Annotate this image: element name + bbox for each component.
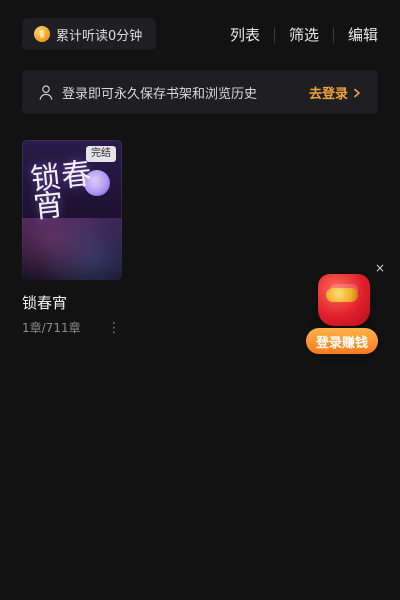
go-login-link[interactable]: 去登录 [309, 83, 362, 102]
login-banner[interactable]: 登录即可永久保存书架和浏览历史 去登录 [22, 70, 378, 114]
filter-button[interactable]: 筛选 [275, 24, 333, 45]
book-progress: 1章/711章 [22, 321, 81, 335]
cover-scenery [22, 218, 122, 280]
close-icon[interactable]: × [374, 262, 386, 274]
top-actions: 列表 筛选 编辑 [216, 24, 378, 45]
go-login-label: 去登录 [308, 86, 348, 102]
user-icon [38, 84, 54, 100]
book-title: 锁春宵 [22, 294, 68, 312]
listen-time-text: 累计听读0分钟 [56, 28, 143, 44]
coin-icon [34, 26, 50, 42]
cover-title-art: 锁春宵 [28, 156, 95, 226]
top-bar: 累计听读0分钟 列表 筛选 编辑 [0, 0, 400, 70]
book-meta: 1章/711章 ⋮ [22, 319, 122, 336]
list-button[interactable]: 列表 [216, 24, 274, 45]
more-icon[interactable]: ⋮ [101, 321, 122, 335]
red-packet-widget[interactable]: 登录赚钱 [306, 274, 380, 356]
edit-button[interactable]: 编辑 [334, 24, 378, 45]
chevron-right-icon [352, 87, 362, 98]
login-earn-button[interactable]: 登录赚钱 [306, 328, 378, 354]
listen-time-pill[interactable]: 累计听读0分钟 [22, 18, 156, 50]
login-banner-text: 登录即可永久保存书架和浏览历史 [62, 86, 258, 102]
book-card[interactable]: 锁春宵 完结 锁春宵 1章/711章 ⋮ [22, 140, 122, 336]
book-cover[interactable]: 锁春宵 完结 [22, 140, 122, 280]
gold-ingot [326, 288, 358, 302]
complete-badge: 完结 [86, 146, 116, 162]
